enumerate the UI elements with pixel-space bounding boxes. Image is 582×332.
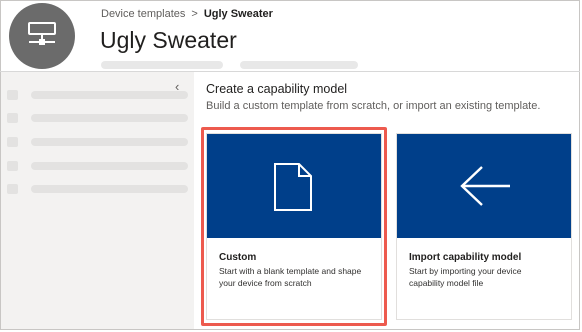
breadcrumb-parent-link[interactable]: Device templates xyxy=(101,8,185,20)
sidebar-item-icon xyxy=(7,137,18,147)
section-title: Create a capability model xyxy=(206,82,348,96)
breadcrumb: Device templates > Ugly Sweater xyxy=(101,8,273,20)
sidebar-item-icon xyxy=(7,90,18,100)
breadcrumb-current: Ugly Sweater xyxy=(203,8,273,20)
sidebar xyxy=(1,72,194,329)
arrow-left-icon xyxy=(460,166,510,206)
breadcrumb-separator: > xyxy=(191,8,198,20)
section-description: Build a custom template from scratch, or… xyxy=(206,100,541,112)
card-title: Import capability model xyxy=(409,252,522,263)
selection-highlight xyxy=(201,127,387,326)
sidebar-item-label-placeholder xyxy=(31,185,188,193)
card-description: Start by importing your device capabilit… xyxy=(409,266,522,288)
device-avatar xyxy=(9,3,75,69)
sidebar-item-label-placeholder xyxy=(31,91,188,99)
page-title: Ugly Sweater xyxy=(100,27,237,53)
sidebar-item-label-placeholder xyxy=(31,114,188,122)
sidebar-item-icon xyxy=(7,184,18,194)
header-placeholder-bar xyxy=(101,61,223,69)
sidebar-item-label-placeholder xyxy=(31,162,188,170)
import-capability-model-card[interactable]: Import capability model Start by importi… xyxy=(396,133,572,320)
sidebar-item-icon xyxy=(7,161,18,171)
card-banner xyxy=(397,134,571,238)
chevron-left-icon[interactable]: ‹ xyxy=(175,80,179,94)
header-placeholder-bar xyxy=(240,61,358,69)
sidebar-item-icon xyxy=(7,113,18,123)
sidebar-item-label-placeholder xyxy=(31,138,188,146)
